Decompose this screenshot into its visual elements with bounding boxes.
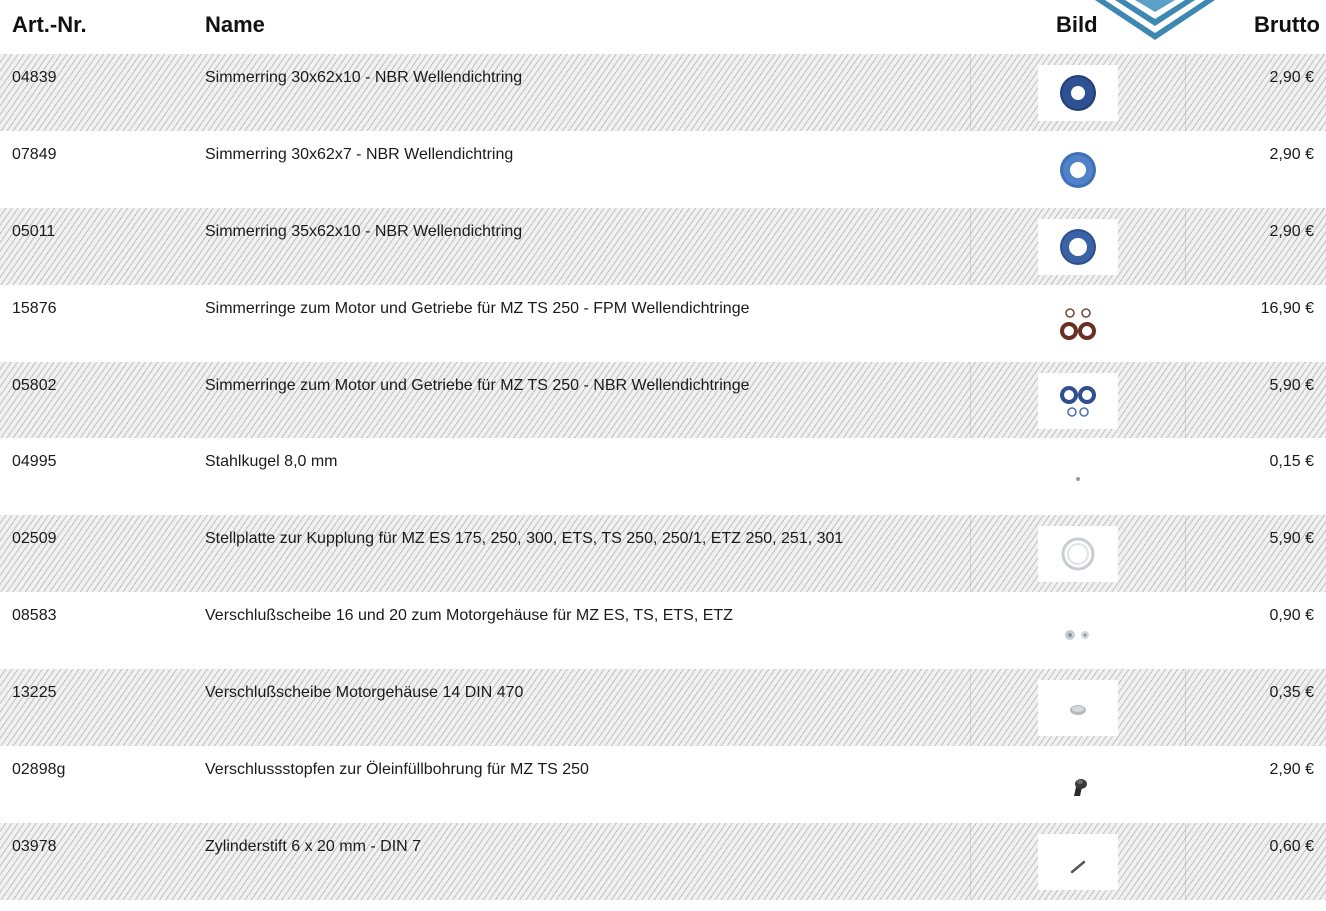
article-number: 15876 (12, 299, 57, 317)
table-header: Art.-Nr. Name Bild Brutto (0, 0, 1326, 46)
product-image[interactable] (1038, 296, 1118, 352)
product-name-link[interactable]: Simmerring 30x62x7 - NBR Wellendichtring (205, 145, 955, 164)
article-number: 08583 (12, 607, 57, 625)
product-image[interactable] (1038, 372, 1118, 429)
product-image[interactable] (1038, 833, 1118, 890)
brown-seal-ring-set-icon (1060, 307, 1096, 340)
blue-seal-ring-icon (1060, 228, 1096, 265)
table-row[interactable]: 04995 Stahlkugel 8,0 mm 0,15 € (0, 438, 1326, 515)
product-name-link[interactable]: Simmerringe zum Motor und Getriebe für M… (205, 376, 955, 395)
sealing-discs-icon (1065, 630, 1089, 641)
oil-plug-icon (1074, 779, 1087, 797)
article-number: 02509 (12, 530, 57, 548)
product-image[interactable] (1038, 218, 1118, 275)
price: 0,90 € (1269, 607, 1314, 625)
article-number: 05011 (12, 222, 56, 240)
product-image[interactable] (1038, 142, 1118, 198)
price: 0,35 € (1269, 684, 1314, 702)
table-row[interactable]: 08583 Verschlußscheibe 16 und 20 zum Mot… (0, 592, 1326, 669)
product-name-link[interactable]: Verschlußscheibe 16 und 20 zum Motorgehä… (205, 606, 955, 625)
price: 2,90 € (1269, 222, 1314, 240)
steel-ball-icon (1076, 477, 1080, 482)
product-image[interactable] (1038, 757, 1118, 813)
blue-seal-ring-icon (1060, 75, 1096, 111)
article-number: 03978 (12, 837, 57, 855)
price: 5,90 € (1269, 530, 1314, 548)
blue-seal-ring-icon (1060, 151, 1096, 188)
sealing-disc-icon (1070, 705, 1086, 716)
product-name-link[interactable]: Zylinderstift 6 x 20 mm - DIN 7 (205, 837, 955, 856)
table-row[interactable]: 04839 Simmerring 30x62x10 - NBR Wellendi… (0, 54, 1326, 131)
column-header-bild: Bild (1056, 12, 1098, 37)
price: 2,90 € (1269, 69, 1314, 86)
price: 5,90 € (1269, 376, 1314, 394)
table-row[interactable]: 03978 Zylinderstift 6 x 20 mm - DIN 7 0,… (0, 822, 1326, 900)
table-row[interactable]: 05011 Simmerring 35x62x10 - NBR Wellendi… (0, 207, 1326, 285)
article-number: 04839 (12, 69, 57, 86)
column-header-brutto: Brutto (1254, 12, 1320, 37)
product-name-link[interactable]: Verschlussstopfen zur Öleinfüllbohrung f… (205, 760, 955, 779)
product-image[interactable] (1038, 603, 1118, 659)
price: 16,90 € (1260, 299, 1314, 317)
product-image[interactable] (1038, 526, 1118, 583)
product-image[interactable] (1038, 449, 1118, 505)
table-row[interactable]: 02898g Verschlussstopfen zur Öleinfüllbo… (0, 746, 1326, 823)
price: 2,90 € (1269, 145, 1314, 163)
table-row[interactable]: 05802 Simmerringe zum Motor und Getriebe… (0, 361, 1326, 439)
product-name-link[interactable]: Simmerring 35x62x10 - NBR Wellendichtrin… (205, 222, 955, 241)
product-name-link[interactable]: Verschlußscheibe Motorgehäuse 14 DIN 470 (205, 683, 955, 702)
cylinder-pin-icon (1070, 860, 1086, 874)
clutch-plate-icon (1061, 537, 1095, 571)
table-row[interactable]: 07849 Simmerring 30x62x7 - NBR Wellendic… (0, 131, 1326, 208)
price: 0,15 € (1269, 453, 1314, 471)
product-name-link[interactable]: Simmerring 30x62x10 - NBR Wellendichtrin… (205, 68, 955, 87)
table-row[interactable]: 13225 Verschlußscheibe Motorgehäuse 14 D… (0, 669, 1326, 747)
article-number: 05802 (12, 376, 57, 394)
price: 0,60 € (1269, 837, 1314, 855)
column-header-art-nr: Art.-Nr. (12, 12, 87, 37)
product-name-link[interactable]: Simmerringe zum Motor und Getriebe für M… (205, 299, 955, 318)
price: 2,90 € (1269, 761, 1314, 779)
product-name-link[interactable]: Stahlkugel 8,0 mm (205, 452, 955, 471)
article-number: 13225 (12, 684, 57, 702)
product-image[interactable] (1038, 65, 1118, 121)
product-table: 04839 Simmerring 30x62x10 - NBR Wellendi… (0, 54, 1326, 900)
article-number: 02898g (12, 761, 66, 779)
article-number: 04995 (12, 453, 57, 471)
blue-seal-ring-set-icon (1060, 385, 1096, 417)
table-row[interactable]: 15876 Simmerringe zum Motor und Getriebe… (0, 285, 1326, 362)
column-header-name: Name (205, 12, 265, 37)
product-image[interactable] (1038, 680, 1118, 737)
article-number: 07849 (12, 145, 57, 163)
product-name-link[interactable]: Stellplatte zur Kupplung für MZ ES 175, … (205, 529, 955, 548)
table-row[interactable]: 02509 Stellplatte zur Kupplung für MZ ES… (0, 515, 1326, 593)
